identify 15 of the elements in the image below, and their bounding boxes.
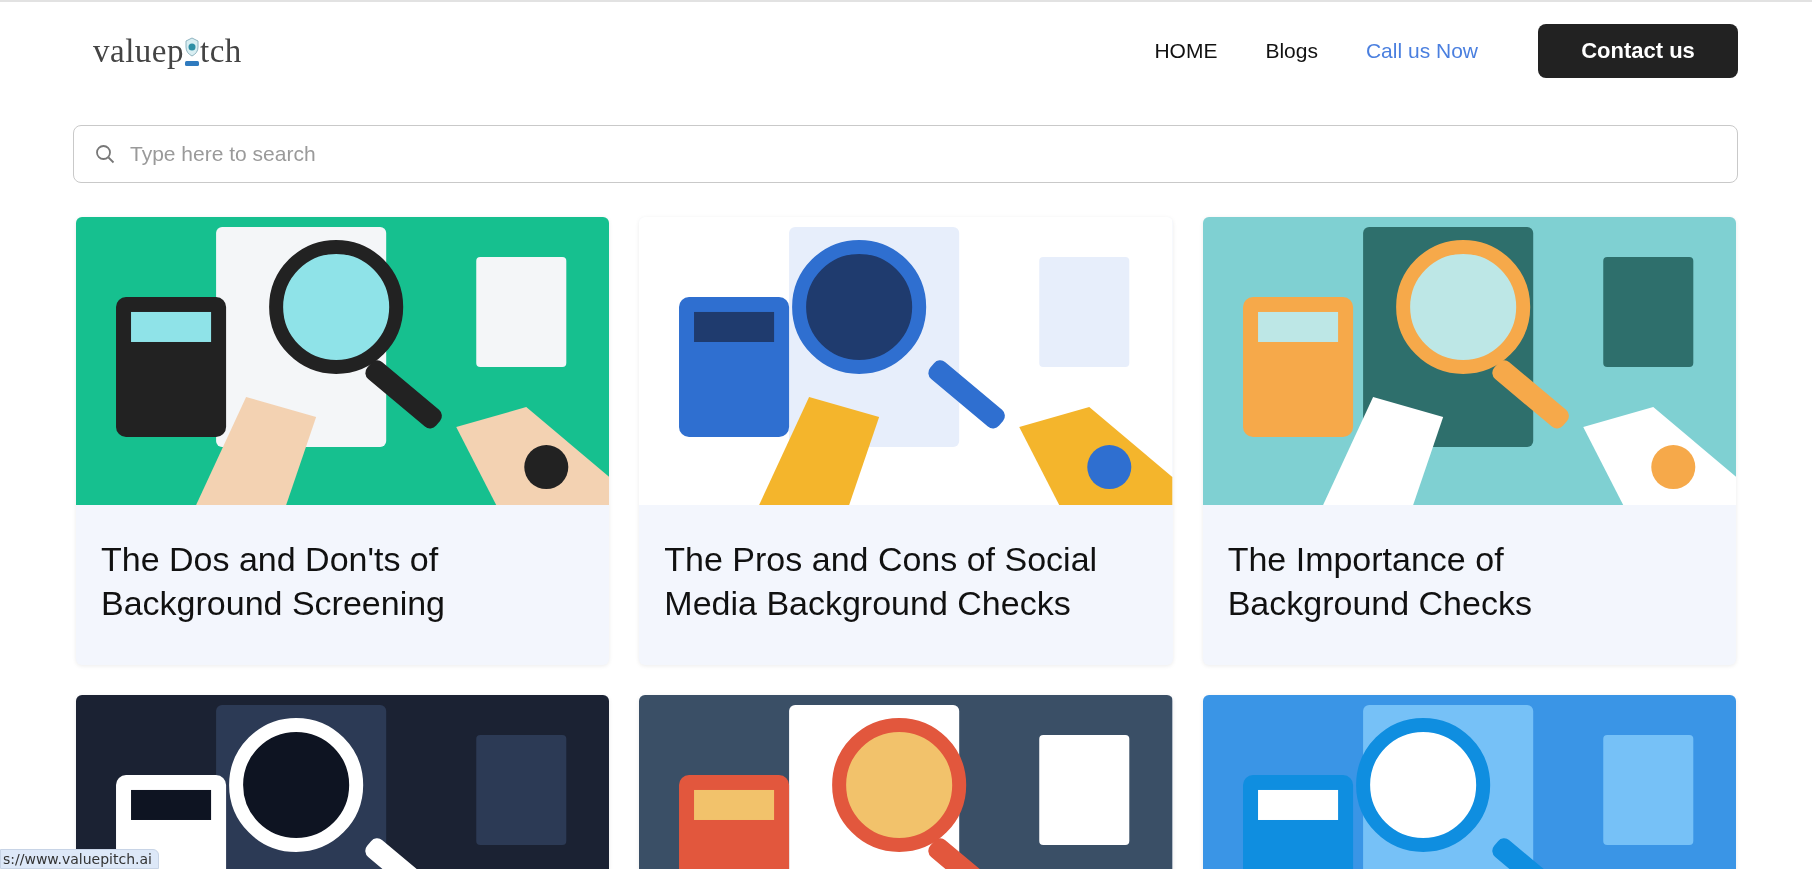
blog-card[interactable]: The Pros and Cons of Social Media Background Checks bbox=[639, 217, 1173, 666]
logo-text: tch bbox=[199, 32, 242, 70]
search-field[interactable]: Type here to search bbox=[73, 125, 1738, 183]
blog-card[interactable]: The Importance of Background Checks bbox=[1202, 217, 1736, 666]
nav-link[interactable]: Blogs bbox=[1265, 39, 1318, 63]
blog-title: The Dos and Don'ts of Background Screening bbox=[100, 539, 446, 625]
blog-title: The Importance of Background Checks bbox=[1226, 539, 1533, 625]
blog-title: The Pros and Cons of Social Media Background Checks bbox=[663, 539, 1099, 625]
blog-card[interactable]: The Dos and Don'ts of Background Screening bbox=[76, 217, 610, 666]
nav-link[interactable]: Call us Now bbox=[1365, 39, 1478, 63]
logo-text: valuep bbox=[93, 32, 184, 70]
search-icon bbox=[95, 144, 115, 164]
status-url: s://www.valuepitch.ai bbox=[0, 849, 159, 869]
nav-link[interactable]: HOME bbox=[1154, 39, 1218, 63]
contact-button[interactable]: Contact us bbox=[1538, 24, 1738, 78]
